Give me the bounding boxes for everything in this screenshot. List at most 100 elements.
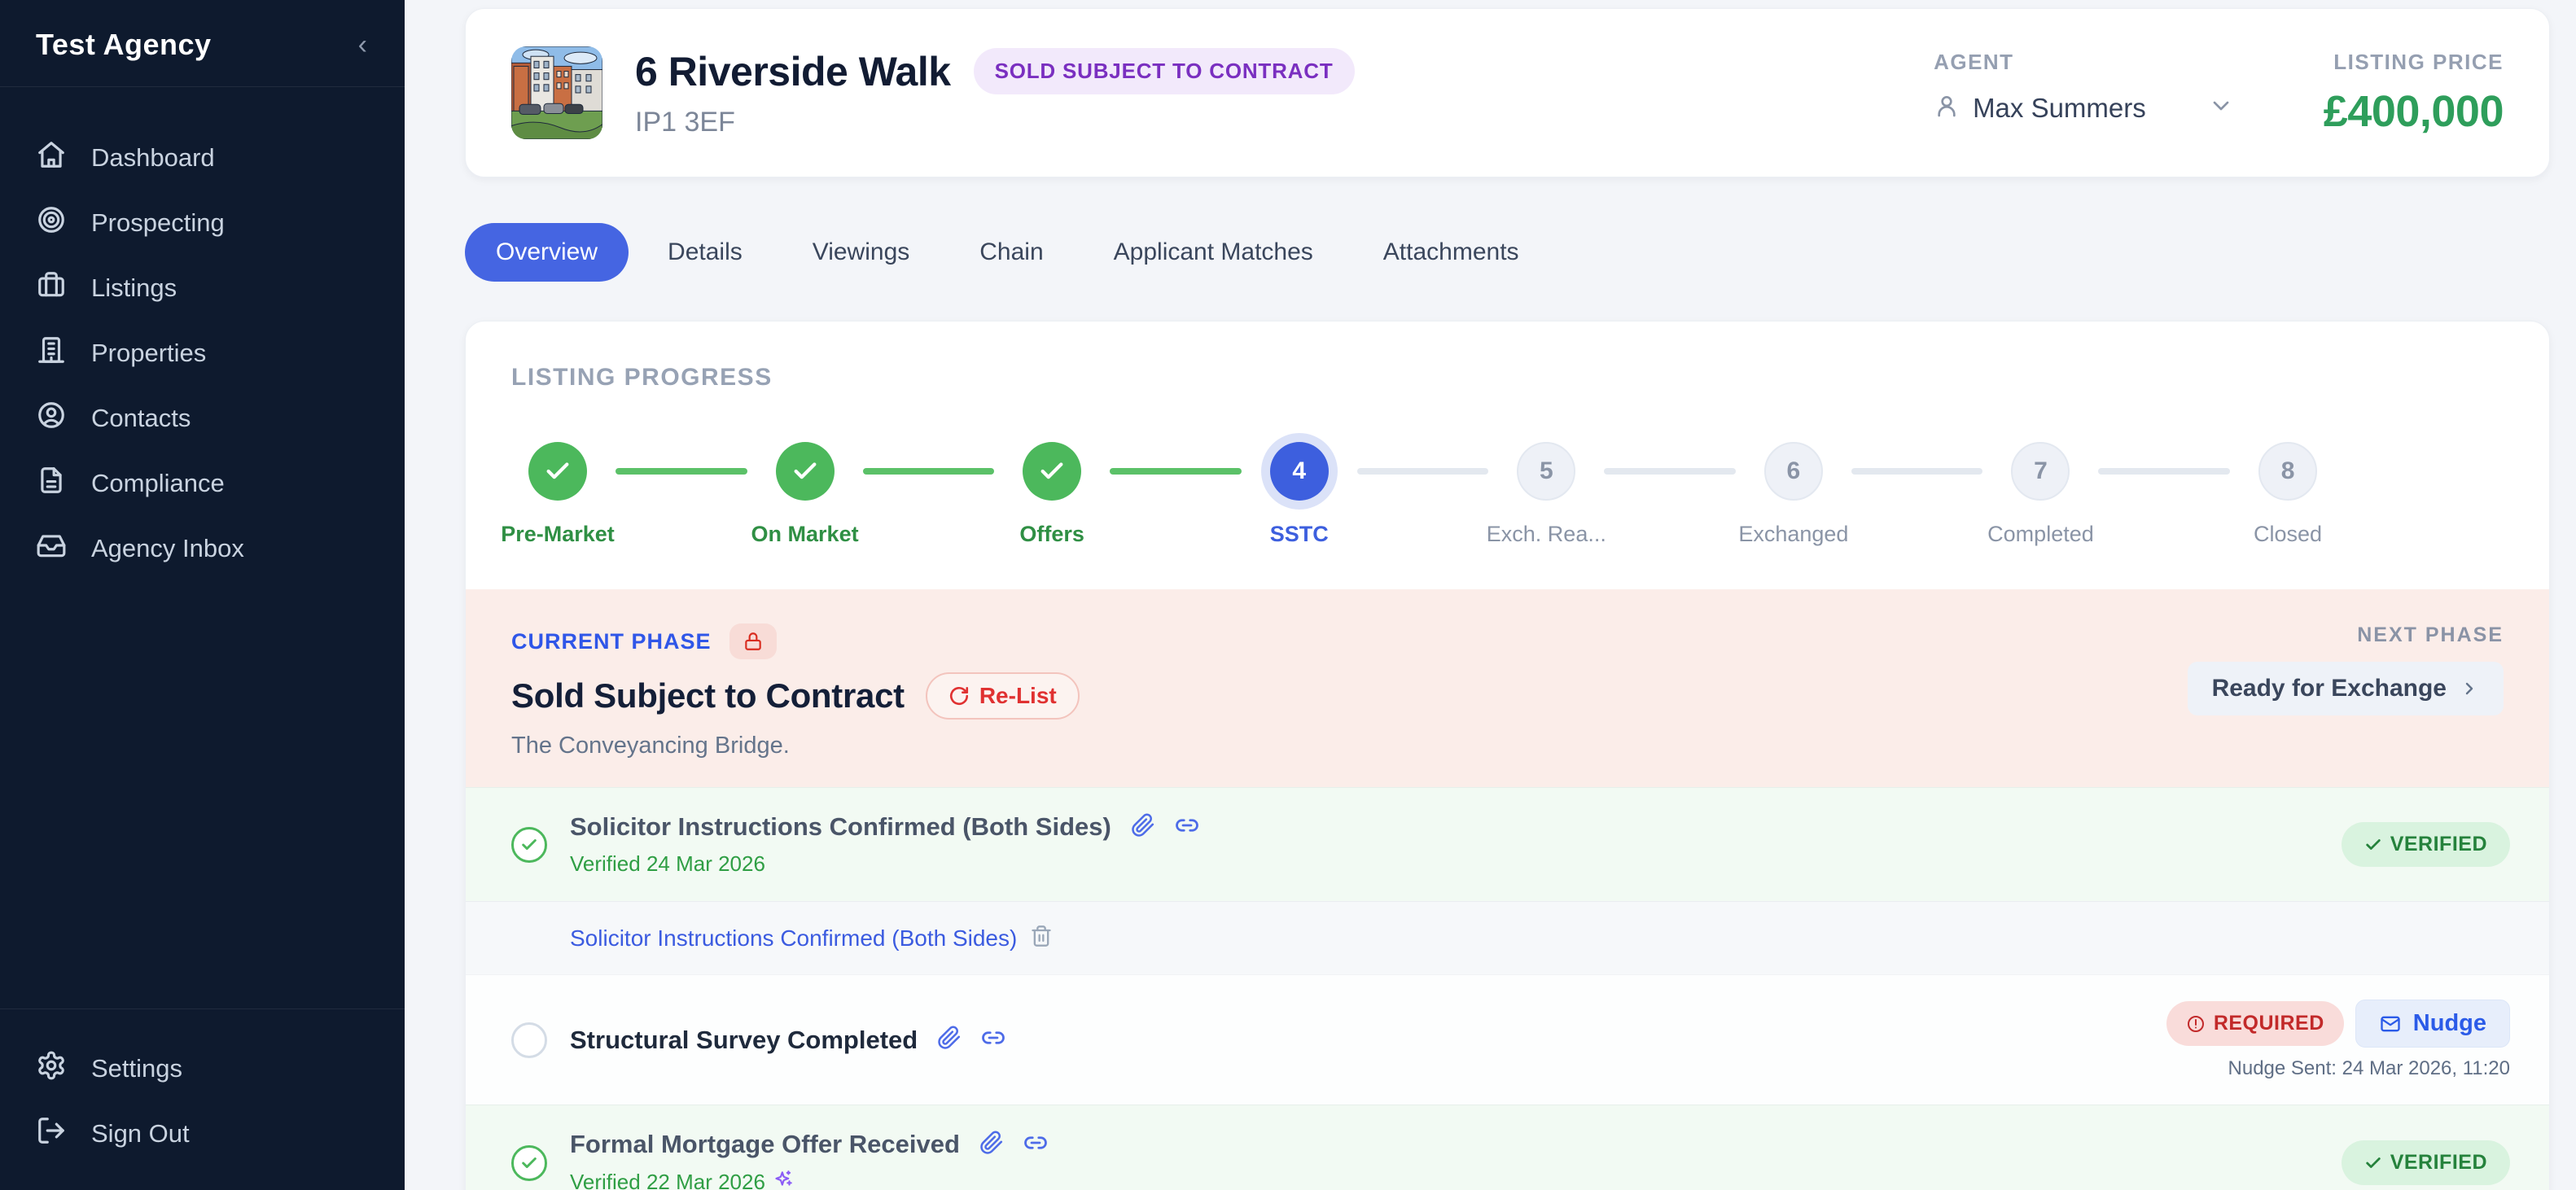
- step-offers[interactable]: Offers: [994, 442, 1110, 547]
- sidebar-spacer: [0, 584, 405, 1008]
- step-circle-future: 8: [2258, 442, 2317, 501]
- checklist-row-mortgage: Formal Mortgage Offer Received Verified …: [466, 1105, 2549, 1190]
- check-icon: [2364, 836, 2382, 854]
- logout-icon: [36, 1115, 67, 1153]
- sidebar-item-label: Compliance: [91, 469, 225, 498]
- step-completed[interactable]: 7 Completed: [1982, 442, 2098, 547]
- attachment-row-solicitor: Solicitor Instructions Confirmed (Both S…: [466, 901, 2549, 974]
- paperclip-icon[interactable]: [937, 1026, 962, 1054]
- step-exchanged[interactable]: 6 Exchanged: [1736, 442, 1851, 547]
- check-icon: [544, 457, 572, 485]
- sidebar-item-settings[interactable]: Settings: [0, 1039, 405, 1099]
- tab-applicant-matches[interactable]: Applicant Matches: [1083, 223, 1344, 282]
- agent-label: AGENT: [1934, 50, 2234, 75]
- sidebar-item-listings[interactable]: Listings: [0, 258, 405, 318]
- agent-select[interactable]: Max Summers: [1934, 93, 2234, 124]
- sidebar-item-contacts[interactable]: Contacts: [0, 388, 405, 448]
- step-connector: [1110, 468, 1242, 475]
- relist-button[interactable]: Re-List: [926, 672, 1080, 720]
- user-circle-icon: [36, 400, 67, 437]
- link-icon[interactable]: [1023, 1131, 1048, 1159]
- step-connector: [1357, 468, 1489, 475]
- step-pre-market[interactable]: Pre-Market: [500, 442, 616, 547]
- step-circle-future: 6: [1764, 442, 1823, 501]
- mail-icon: [2379, 1013, 2402, 1035]
- building-icon: [36, 335, 67, 372]
- sidebar-item-sign-out[interactable]: Sign Out: [0, 1104, 405, 1164]
- step-on-market[interactable]: On Market: [747, 442, 863, 547]
- main-content: 6 Riverside Walk SOLD SUBJECT TO CONTRAC…: [405, 0, 2576, 1190]
- step-circle-complete: [528, 442, 587, 501]
- attachment-link[interactable]: Solicitor Instructions Confirmed (Both S…: [570, 925, 1017, 952]
- task-title: Solicitor Instructions Confirmed (Both S…: [570, 812, 1111, 842]
- step-label: Completed: [1987, 522, 2094, 547]
- property-info: 6 Riverside Walk SOLD SUBJECT TO CONTRAC…: [635, 48, 1355, 138]
- link-icon[interactable]: [1175, 813, 1199, 842]
- sidebar-item-properties[interactable]: Properties: [0, 323, 405, 383]
- next-phase-label: NEXT PHASE: [2188, 623, 2504, 647]
- checkbox-checked[interactable]: [511, 1145, 547, 1181]
- property-thumbnail[interactable]: [511, 46, 602, 139]
- sidebar-item-agency-inbox[interactable]: Agency Inbox: [0, 518, 405, 579]
- phase-title: Sold Subject to Contract: [511, 676, 905, 715]
- progress-stepper: Pre-Market On Market Offers 4 SSTC 5 Exc…: [466, 392, 2549, 589]
- sidebar-item-compliance[interactable]: Compliance: [0, 453, 405, 514]
- agent-block: AGENT Max Summers: [1934, 50, 2234, 124]
- agency-title: Test Agency: [36, 28, 212, 62]
- current-phase-section: CURRENT PHASE Sold Subject to Contract R…: [466, 589, 2549, 1190]
- sparkles-icon[interactable]: [773, 1169, 795, 1190]
- step-label: Pre-Market: [501, 522, 615, 547]
- lock-badge: [729, 623, 777, 659]
- sidebar-item-label: Prospecting: [91, 208, 225, 238]
- step-label: Exch. Rea...: [1487, 522, 1606, 547]
- verified-badge: VERIFIED: [2342, 1140, 2510, 1185]
- briefcase-icon: [36, 269, 67, 307]
- step-circle-complete: [1023, 442, 1081, 501]
- verified-date: Verified 22 Mar 2026: [570, 1170, 765, 1190]
- trash-icon[interactable]: [1030, 925, 1053, 952]
- sidebar-item-dashboard[interactable]: Dashboard: [0, 128, 405, 188]
- tab-chain[interactable]: Chain: [948, 223, 1074, 282]
- phase-next-block: NEXT PHASE Ready for Exchange: [2188, 623, 2504, 715]
- sidebar-item-prospecting[interactable]: Prospecting: [0, 193, 405, 253]
- header-right: AGENT Max Summers LISTING PRICE £400,000: [1934, 50, 2504, 137]
- check-icon: [791, 457, 819, 485]
- sidebar-item-label: Agency Inbox: [91, 534, 244, 563]
- tab-attachments[interactable]: Attachments: [1352, 223, 1550, 282]
- step-closed[interactable]: 8 Closed: [2230, 442, 2346, 547]
- step-sstc[interactable]: 4 SSTC: [1242, 442, 1357, 547]
- sidebar-nav: Dashboard Prospecting Listings Propertie…: [0, 87, 405, 584]
- link-icon[interactable]: [981, 1026, 1005, 1054]
- sidebar-item-label: Properties: [91, 339, 206, 368]
- nudge-button[interactable]: Nudge: [2355, 1000, 2510, 1048]
- nudge-sent-text: Nudge Sent: 24 Mar 2026, 11:20: [2228, 1057, 2510, 1080]
- check-icon: [2364, 1154, 2382, 1172]
- target-icon: [36, 204, 67, 242]
- step-label: Closed: [2254, 522, 2322, 547]
- step-connector: [2098, 468, 2230, 475]
- step-exchange-ready[interactable]: 5 Exch. Rea...: [1488, 442, 1604, 547]
- phase-header: CURRENT PHASE Sold Subject to Contract R…: [466, 589, 2549, 787]
- check-icon: [1038, 457, 1066, 485]
- row-right: VERIFIED: [2342, 822, 2510, 867]
- sidebar-collapse-icon[interactable]: ‹: [358, 31, 367, 59]
- row-right: REQUIRED Nudge Nudge Sent: 24 Mar 2026, …: [2166, 1000, 2510, 1080]
- tab-viewings[interactable]: Viewings: [782, 223, 941, 282]
- step-connector: [1851, 468, 1983, 475]
- alert-circle-icon: [2186, 1014, 2206, 1034]
- step-circle-future: 7: [2011, 442, 2070, 501]
- sidebar-item-label: Listings: [91, 273, 177, 303]
- paperclip-icon[interactable]: [1131, 813, 1155, 842]
- current-phase-label: CURRENT PHASE: [511, 629, 712, 654]
- checklist-row-survey: Structural Survey Completed REQUIRED: [466, 974, 2549, 1105]
- gear-icon: [36, 1050, 67, 1087]
- row-main: Structural Survey Completed: [570, 1026, 1005, 1055]
- required-badge: REQUIRED: [2166, 1001, 2344, 1046]
- checkbox-checked[interactable]: [511, 827, 547, 863]
- paperclip-icon[interactable]: [979, 1131, 1004, 1159]
- checkbox-unchecked[interactable]: [511, 1022, 547, 1058]
- tab-details[interactable]: Details: [637, 223, 773, 282]
- tab-overview[interactable]: Overview: [465, 223, 629, 282]
- next-phase-button[interactable]: Ready for Exchange: [2188, 662, 2504, 715]
- row-main: Formal Mortgage Offer Received Verified …: [570, 1130, 1048, 1190]
